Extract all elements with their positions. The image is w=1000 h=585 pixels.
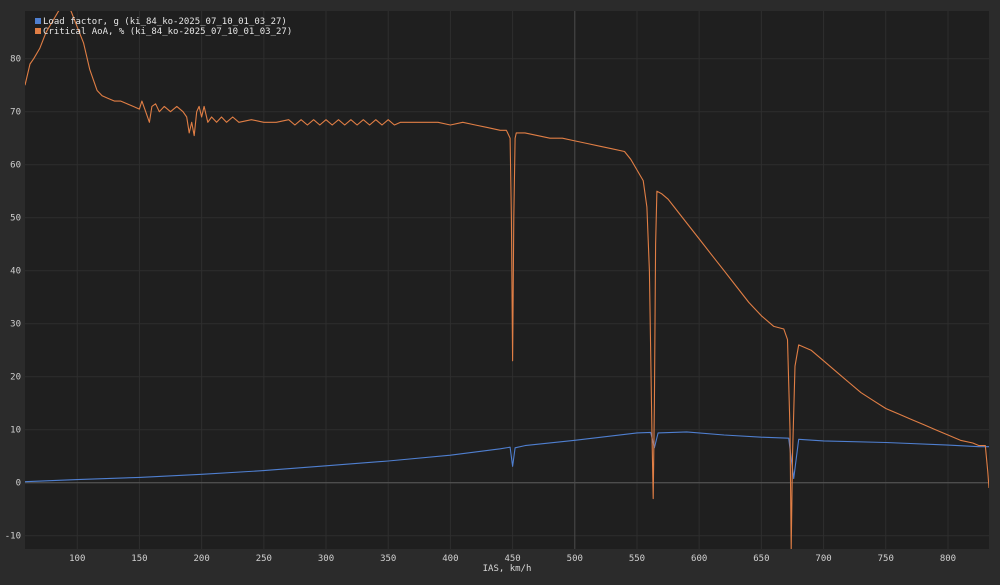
y-tick-label: 30 (10, 320, 21, 330)
y-tick-label: -10 (5, 532, 21, 542)
y-tick-label: 0 (16, 479, 21, 489)
x-tick-label: 550 (629, 554, 645, 564)
x-tick-label: 100 (69, 554, 85, 564)
x-tick-label: 800 (940, 554, 956, 564)
x-tick-label: 300 (318, 554, 334, 564)
legend-label: Critical AoA, % (ki_84_ko-2025_07_10_01_… (43, 27, 292, 37)
y-tick-label: 10 (10, 426, 21, 436)
x-tick-label: 750 (878, 554, 894, 564)
x-tick-label: 250 (256, 554, 272, 564)
x-tick-label: 150 (131, 554, 147, 564)
y-tick-label: 60 (10, 161, 21, 171)
x-tick-label: 650 (753, 554, 769, 564)
x-tick-label: 350 (380, 554, 396, 564)
y-tick-label: 20 (10, 373, 21, 383)
legend: Load factor, g (ki_84_ko-2025_07_10_01_0… (35, 17, 292, 37)
chart-canvas: 100 150 200 250 300 350 400 450 500 550 600 650 700 7… (0, 0, 1000, 580)
y-tick-label: 50 (10, 214, 21, 224)
legend-label: Load factor, g (ki_84_ko-2025_07_10_01_0… (43, 17, 287, 27)
x-tick-label: 500 (567, 554, 583, 564)
x-tick-label: 700 (815, 554, 831, 564)
y-tick-label: 70 (10, 108, 21, 118)
legend-swatch (35, 18, 41, 24)
y-tick-label: 40 (10, 267, 21, 277)
plot-area (25, 11, 989, 549)
x-tick-label: 400 (442, 554, 458, 564)
x-tick-label: 200 (193, 554, 209, 564)
x-tick-label: 450 (504, 554, 520, 564)
legend-swatch (35, 28, 41, 34)
y-tick-label: 80 (10, 55, 21, 65)
chart-frame: 100 150 200 250 300 350 400 450 500 550 600 650 700 7… (0, 0, 1000, 580)
x-tick-label: 600 (691, 554, 707, 564)
x-axis-title: IAS, km/h (483, 564, 532, 574)
